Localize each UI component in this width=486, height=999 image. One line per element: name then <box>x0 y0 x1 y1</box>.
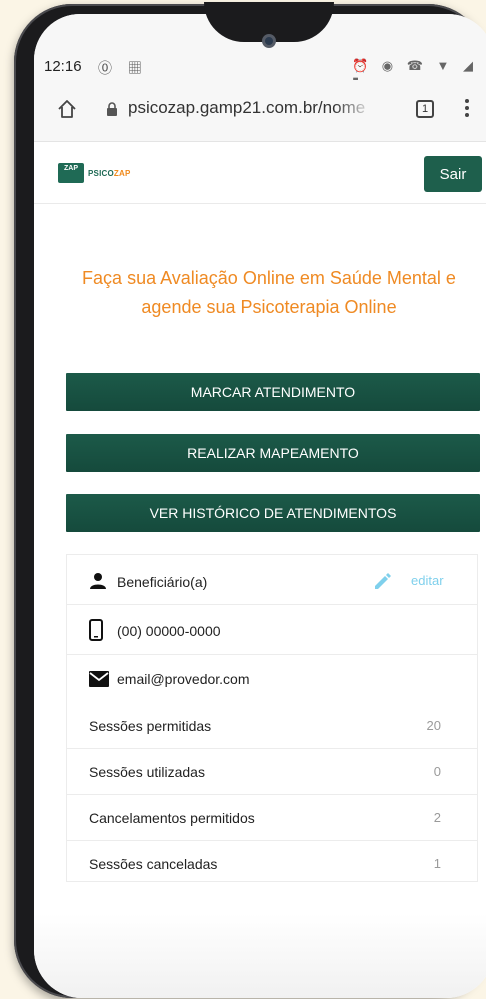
stat-value: 1 <box>433 856 441 871</box>
logo-text-suffix: ZAP <box>113 168 131 178</box>
logo-text-prefix: PSICO <box>88 168 114 178</box>
stat-label: Sessões canceladas <box>89 856 218 872</box>
logout-button[interactable]: Sair <box>424 156 482 192</box>
url-fade <box>334 94 374 124</box>
edit-link[interactable]: editar <box>411 573 444 588</box>
stat-value: 2 <box>433 810 441 825</box>
stat-row-sessions-used: Sessões utilizadas 0 <box>67 749 477 795</box>
stat-row-sessions-cancelled: Sessões canceladas 1 <box>67 841 477 887</box>
lock-icon <box>107 102 117 116</box>
more-icon[interactable] <box>464 96 470 120</box>
beneficiary-card: Beneficiário(a) editar (00) 00000-0000 e… <box>66 554 478 882</box>
logo-badge: ZAP <box>58 163 84 183</box>
tab-switcher-button[interactable]: 1 <box>416 100 434 118</box>
stat-value: 0 <box>433 764 441 779</box>
history-button[interactable]: VER HISTÓRICO DE ATENDIMENTOS <box>66 494 480 532</box>
schedule-appointment-button[interactable]: MARCAR ATENDIMENTO <box>66 373 480 411</box>
email-row: email@provedor.com <box>67 655 477 703</box>
psicozap-logo[interactable]: ZAP PSICOZAP <box>58 162 131 184</box>
stat-value: 20 <box>426 718 441 733</box>
stat-label: Sessões utilizadas <box>89 764 205 780</box>
phone-value: (00) 00000-0000 <box>117 623 221 639</box>
mail-icon <box>89 671 109 687</box>
bottom-fade <box>34 914 486 998</box>
url-field[interactable]: psicozap.gamp21.com.br/nome <box>128 98 368 120</box>
app-header: ZAP PSICOZAP Sair <box>34 142 486 204</box>
home-icon[interactable] <box>56 98 78 120</box>
email-value: email@provedor.com <box>117 671 250 687</box>
logo-text: PSICOZAP <box>88 169 131 178</box>
stat-row-cancellations-allowed: Cancelamentos permitidos 2 <box>67 795 477 841</box>
pencil-icon[interactable] <box>371 571 393 593</box>
stat-label: Cancelamentos permitidos <box>89 810 255 826</box>
status-notification-icons: ⓪ ▦ <box>98 60 148 76</box>
phone-screen: 12:16 ⓪ ▦ ⏰ ◉ ☎ ▼ ◢ ▮ psicozap.gamp21.co… <box>34 14 486 998</box>
stat-row-sessions-allowed: Sessões permitidas 20 <box>67 703 477 749</box>
page-headline: Faça sua Avaliação Online em Saúde Menta… <box>82 268 456 317</box>
phone-frame: 12:16 ⓪ ▦ ⏰ ◉ ☎ ▼ ◢ ▮ psicozap.gamp21.co… <box>14 2 486 998</box>
beneficiary-name: Beneficiário(a) <box>117 574 208 590</box>
beneficiary-row: Beneficiário(a) editar <box>67 555 477 605</box>
stat-label: Sessões permitidas <box>89 718 212 734</box>
camera-icon <box>262 34 276 48</box>
phone-icon <box>89 619 103 641</box>
mapping-button[interactable]: REALIZAR MAPEAMENTO <box>66 434 480 472</box>
phone-row: (00) 00000-0000 <box>67 605 477 655</box>
browser-toolbar: psicozap.gamp21.com.br/nome 1 <box>34 80 486 142</box>
status-time: 12:16 <box>44 58 82 75</box>
person-icon <box>90 573 106 589</box>
